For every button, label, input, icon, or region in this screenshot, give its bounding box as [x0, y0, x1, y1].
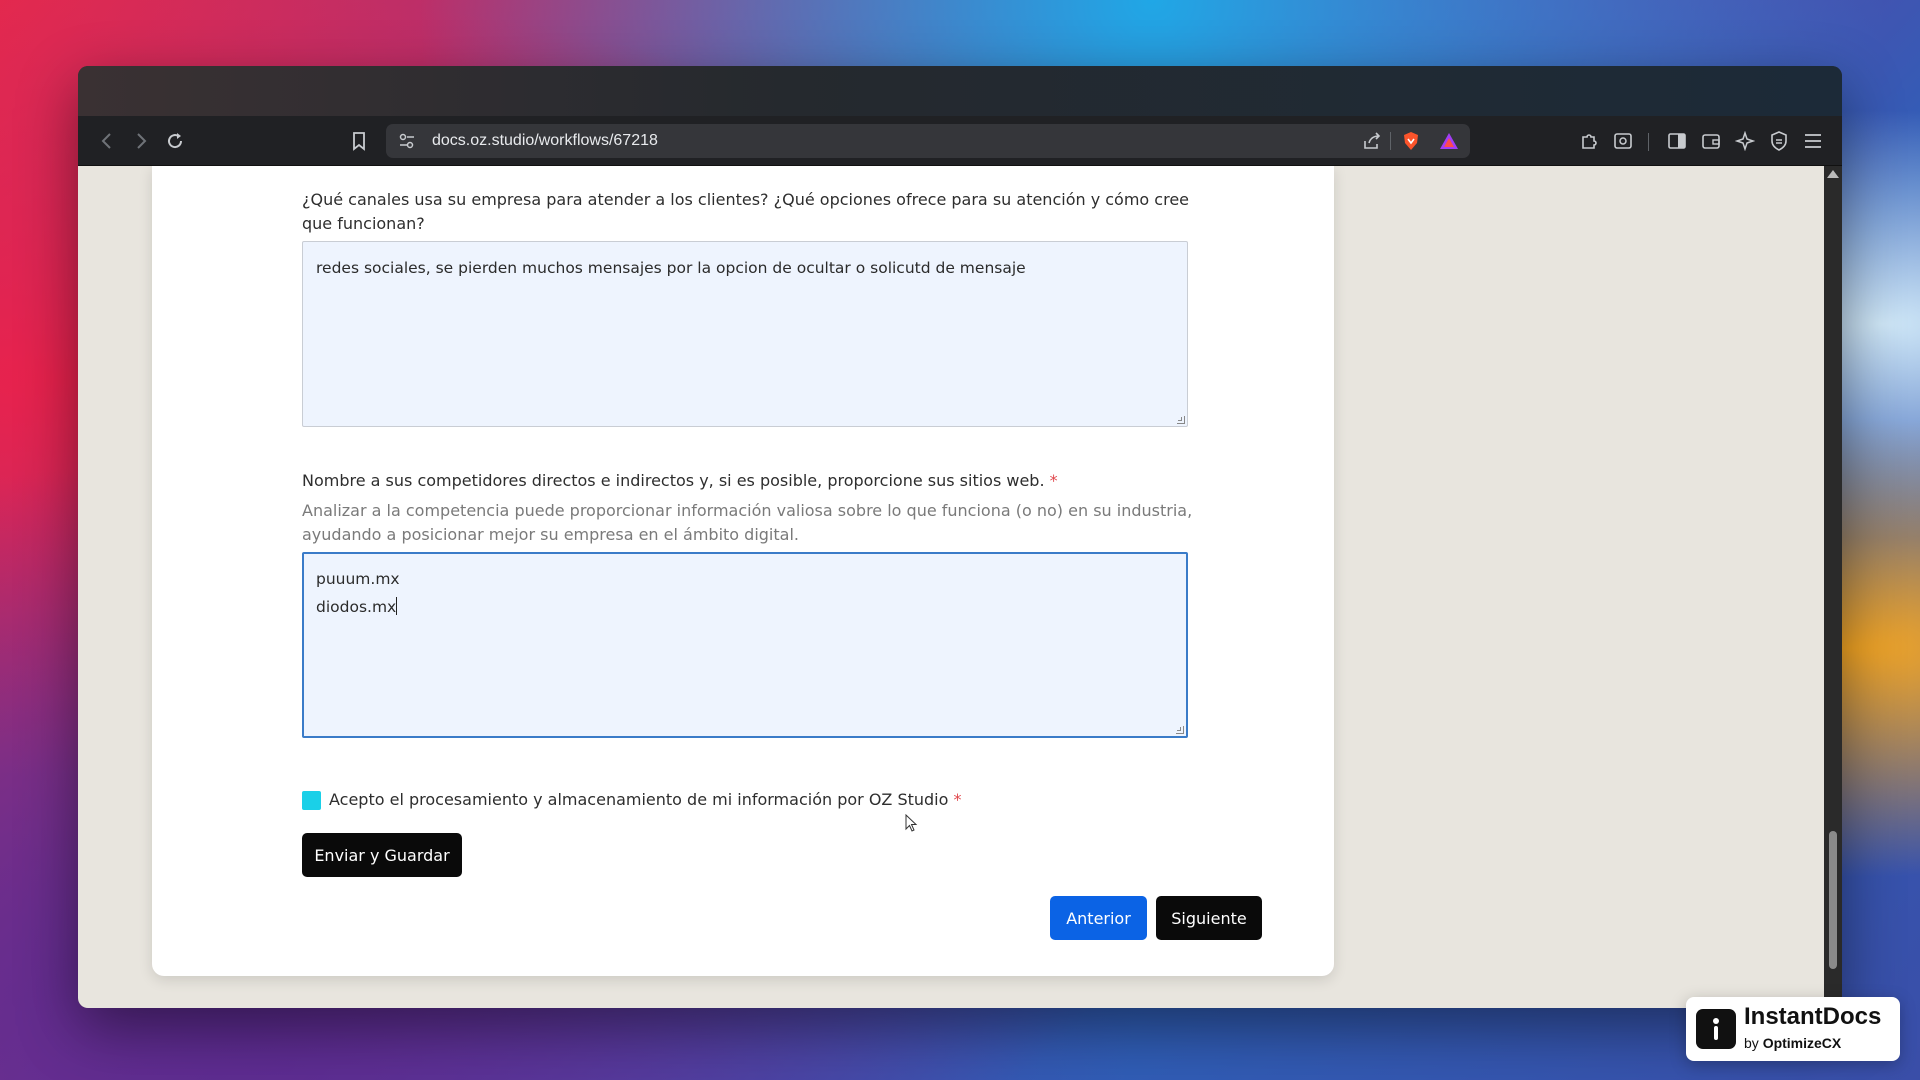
channels-textarea-value: redes sociales, se pierden muchos mensaj…	[316, 259, 1026, 277]
sparkle-icon[interactable]	[1732, 128, 1758, 154]
scroll-up-arrow-icon[interactable]	[1827, 170, 1839, 178]
previous-button[interactable]: Anterior	[1050, 896, 1147, 940]
competitors-help-text: Analizar a la competencia puede proporci…	[302, 501, 1193, 544]
reload-icon[interactable]	[162, 128, 188, 154]
consent-label: Acepto el procesamiento y almacenamiento…	[329, 788, 962, 812]
divider	[1648, 133, 1649, 151]
rewards-triangle-icon[interactable]	[1436, 128, 1462, 154]
browser-toolbar: docs.oz.studio/workflows/67218	[78, 116, 1842, 166]
scrollbar[interactable]	[1824, 166, 1842, 1008]
puzzle-icon[interactable]	[1576, 128, 1602, 154]
resize-handle[interactable]	[1177, 416, 1185, 424]
chevron-right-icon[interactable]	[128, 128, 154, 154]
competitors-line-1: puuum.mx	[316, 570, 400, 588]
instantdocs-badge: InstantDocs by OptimizeCX	[1686, 997, 1900, 1061]
consent-label-text: Acepto el procesamiento y almacenamiento…	[329, 790, 949, 809]
required-mark: *	[953, 790, 962, 809]
consent-checkbox[interactable]	[302, 791, 321, 810]
hamburger-menu-icon[interactable]	[1800, 128, 1826, 154]
title-bar	[78, 66, 1842, 116]
instantdocs-logo-icon	[1696, 1009, 1736, 1049]
chevron-left-icon[interactable]	[94, 128, 120, 154]
page-viewport: ¿Qué canales usa su empresa para atender…	[78, 166, 1842, 1008]
send-and-save-button[interactable]: Enviar y Guardar	[302, 833, 462, 877]
competitors-line-2: diodos.mx	[316, 593, 1174, 621]
bookmark-icon[interactable]	[346, 128, 372, 154]
question-label-channels: ¿Qué canales usa su empresa para atender…	[302, 190, 1190, 233]
brave-shield-icon[interactable]	[1398, 128, 1424, 154]
badge-sub-prefix: by	[1744, 1035, 1759, 1051]
divider	[1390, 132, 1391, 150]
url-text[interactable]: docs.oz.studio/workflows/67218	[432, 132, 658, 150]
badge-title: InstantDocs	[1744, 1003, 1882, 1030]
mouse-cursor-icon	[905, 814, 918, 832]
site-settings-icon[interactable]	[394, 128, 420, 154]
scrollbar-thumb[interactable]	[1829, 831, 1837, 969]
form-card: ¿Qué canales usa su empresa para atender…	[152, 166, 1334, 976]
badge-sub-brand: OptimizeCX	[1762, 1035, 1842, 1051]
question-label-competitors: Nombre a sus competidores directos e ind…	[302, 469, 1202, 493]
resize-handle[interactable]	[1176, 726, 1184, 734]
competitors-line-2-text: diodos.mx	[316, 598, 397, 616]
channels-textarea[interactable]: redes sociales, se pierden muchos mensaj…	[302, 241, 1188, 427]
competitors-label-text: Nombre a sus competidores directos e ind…	[302, 471, 1045, 490]
competitors-textarea[interactable]: puuum.mx diodos.mx	[302, 552, 1188, 738]
vpn-shield-icon[interactable]	[1766, 128, 1792, 154]
browser-window: docs.oz.studio/workflows/67218 ¿Qué cana…	[78, 66, 1842, 1008]
wallet-icon[interactable]	[1698, 128, 1724, 154]
address-bar[interactable]: docs.oz.studio/workflows/67218	[386, 124, 1470, 158]
share-icon[interactable]	[1359, 128, 1385, 154]
screenshot-icon[interactable]	[1610, 128, 1636, 154]
required-mark: *	[1049, 471, 1058, 490]
sidebar-icon[interactable]	[1664, 128, 1690, 154]
text-caret	[396, 597, 398, 615]
next-button[interactable]: Siguiente	[1156, 896, 1262, 940]
badge-subtitle: by OptimizeCX	[1744, 1035, 1841, 1051]
